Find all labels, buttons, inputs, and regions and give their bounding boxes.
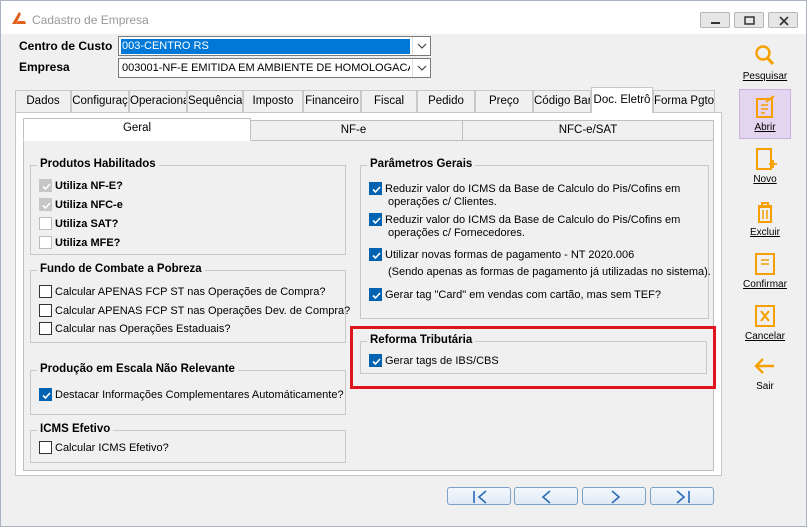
novas-formas-pagamento-checkbox[interactable]: Utilizar novas formas de pagamento - NT …	[369, 248, 634, 261]
chevron-down-icon[interactable]	[412, 59, 430, 77]
close-button[interactable]	[768, 12, 798, 28]
icms-efetivo-group: ICMS Efetivo Calcular ICMS Efetivo?	[30, 423, 346, 463]
reforma-tributaria-title: Reforma Tributária	[367, 334, 476, 346]
tab-pedido[interactable]: Pedido	[417, 90, 475, 112]
checkbox-icon	[39, 441, 52, 454]
gerar-tags-ibs-cbs-checkbox[interactable]: Gerar tags de IBS/CBS	[369, 354, 499, 367]
checkbox-checked-icon	[39, 179, 52, 192]
centro-custo-select[interactable]: 003-CENTRO RS	[118, 36, 431, 56]
checkbox-checked-icon	[369, 182, 382, 195]
utiliza-sat-checkbox[interactable]: Utiliza SAT?	[39, 217, 118, 230]
window-title: Cadastro de Empresa	[32, 13, 149, 27]
parametros-gerais-title: Parâmetros Gerais	[367, 158, 476, 170]
icms-efetivo-title: ICMS Efetivo	[37, 423, 114, 435]
checkbox-checked-icon	[369, 288, 382, 301]
reduzir-icms-fornecedores-checkbox[interactable]: Reduzir valor do ICMS da Base de Calculo…	[369, 213, 680, 226]
reduzir-icms-clientes-checkbox[interactable]: Reduzir valor do ICMS da Base de Calculo…	[369, 182, 680, 195]
excluir-button[interactable]: Excluir	[739, 199, 791, 241]
utiliza-nfce-checkbox[interactable]: Utiliza NFC-e	[39, 198, 123, 211]
tab-configuracao[interactable]: Configuraç	[71, 90, 129, 112]
checkbox-icon	[39, 285, 52, 298]
previous-record-button[interactable]	[514, 487, 578, 505]
trash-icon	[758, 202, 772, 223]
tab-codigo-barras[interactable]: Código Bar	[533, 90, 591, 112]
new-document-icon	[756, 148, 777, 170]
abrir-button[interactable]: Abrir	[739, 89, 791, 139]
fundo-combate-pobreza-title: Fundo de Combate a Pobreza	[37, 263, 205, 275]
fcp-dev-compra-checkbox[interactable]: Calcular APENAS FCP ST nas Operações Dev…	[39, 304, 350, 317]
checkbox-icon	[39, 322, 52, 335]
empresa-label: Empresa	[19, 60, 70, 74]
cadastro-empresa-window: Cadastro de Empresa Centro de Custo 003-…	[0, 0, 807, 527]
subtab-geral[interactable]: Geral	[23, 118, 251, 141]
subtab-nfe[interactable]: NF-e	[244, 120, 463, 141]
centro-custo-label: Centro de Custo	[19, 39, 113, 53]
app-logo-icon	[12, 12, 26, 24]
tab-imposto[interactable]: Imposto	[243, 90, 303, 112]
confirm-document-icon	[755, 253, 775, 275]
previous-record-icon	[541, 490, 551, 504]
tab-forma-pgto[interactable]: Forma Pgto	[653, 90, 715, 112]
tab-fiscal[interactable]: Fiscal	[361, 90, 417, 112]
fundo-combate-pobreza-group: Fundo de Combate a Pobreza Calcular APEN…	[30, 263, 350, 343]
reduzir-icms-clientes-line2: operações c/ Clientes.	[388, 196, 497, 208]
next-record-icon	[611, 490, 621, 504]
close-icon	[779, 16, 789, 26]
tab-operacional[interactable]: Operacional	[129, 90, 187, 112]
fcp-compra-checkbox[interactable]: Calcular APENAS FCP ST nas Operações de …	[39, 285, 325, 298]
tab-doc-eletronico[interactable]: Doc. Eletrô	[591, 87, 653, 113]
checkbox-checked-icon	[369, 213, 382, 226]
destacar-info-checkbox[interactable]: Destacar Informações Complementares Auto…	[39, 388, 344, 401]
tab-dados[interactable]: Dados	[15, 90, 71, 112]
producao-escala-title: Produção em Escala Não Relevante	[37, 363, 238, 375]
last-record-button[interactable]	[650, 487, 714, 505]
reduzir-icms-fornecedores-line2: operações c/ Fornecedores.	[388, 227, 525, 239]
checkbox-checked-icon	[369, 248, 382, 261]
checkbox-icon	[39, 304, 52, 317]
first-record-icon	[473, 490, 487, 504]
parametros-gerais-group: Parâmetros Gerais Reduzir valor do ICMS …	[360, 158, 711, 319]
minimize-button[interactable]	[700, 12, 730, 28]
subtab-nfce-sat[interactable]: NFC-e/SAT	[462, 120, 714, 141]
centro-custo-value: 003-CENTRO RS	[121, 39, 410, 54]
checkbox-icon	[39, 217, 52, 230]
last-record-icon	[676, 490, 690, 504]
tab-sequencia[interactable]: Sequência	[187, 90, 243, 112]
empresa-select[interactable]: 003001-NF-E EMITIDA EM AMBIENTE DE HOMOL…	[118, 58, 431, 78]
tab-financeiro[interactable]: Financeiro	[303, 90, 361, 112]
minimize-icon	[711, 22, 720, 24]
cancelar-button[interactable]: Cancelar	[739, 303, 791, 345]
sair-button[interactable]: Sair	[739, 353, 791, 393]
open-edit-icon	[756, 95, 775, 118]
produtos-habilitados-title: Produtos Habilitados	[37, 158, 159, 170]
checkbox-checked-icon	[39, 388, 52, 401]
empresa-value: 003001-NF-E EMITIDA EM AMBIENTE DE HOMOL…	[122, 62, 410, 74]
tab-preco[interactable]: Preço	[475, 90, 533, 112]
next-record-button[interactable]	[582, 487, 646, 505]
calcular-icms-efetivo-checkbox[interactable]: Calcular ICMS Efetivo?	[39, 441, 169, 454]
confirmar-button[interactable]: Confirmar	[739, 251, 791, 293]
checkbox-checked-icon	[369, 354, 382, 367]
novo-button[interactable]: Novo	[739, 146, 791, 188]
maximize-icon	[744, 16, 755, 25]
checkbox-icon	[39, 236, 52, 249]
checkbox-checked-icon	[39, 198, 52, 211]
fcp-estaduais-checkbox[interactable]: Calcular nas Operações Estaduais?	[39, 322, 230, 335]
search-icon	[755, 45, 775, 66]
exit-arrow-icon	[754, 358, 774, 374]
utiliza-nfe-checkbox[interactable]: Utiliza NF-E?	[39, 179, 123, 192]
producao-escala-group: Produção em Escala Não Relevante Destaca…	[30, 363, 346, 415]
maximize-button[interactable]	[734, 12, 764, 28]
pesquisar-button[interactable]: Pesquisar	[739, 43, 791, 85]
utiliza-mfe-checkbox[interactable]: Utiliza MFE?	[39, 236, 120, 249]
cancel-icon	[755, 305, 775, 327]
novas-formas-pagamento-note: (Sendo apenas as formas de pagamento já …	[388, 266, 711, 278]
title-bar: Cadastro de Empresa	[1, 1, 806, 34]
chevron-down-icon[interactable]	[412, 37, 430, 55]
reforma-tributaria-group: Reforma Tributária Gerar tags de IBS/CBS	[360, 334, 707, 374]
produtos-habilitados-group: Produtos Habilitados Utiliza NF-E? Utili…	[30, 158, 346, 255]
gerar-tag-card-checkbox[interactable]: Gerar tag "Card" em vendas com cartão, m…	[369, 288, 661, 301]
first-record-button[interactable]	[447, 487, 511, 505]
